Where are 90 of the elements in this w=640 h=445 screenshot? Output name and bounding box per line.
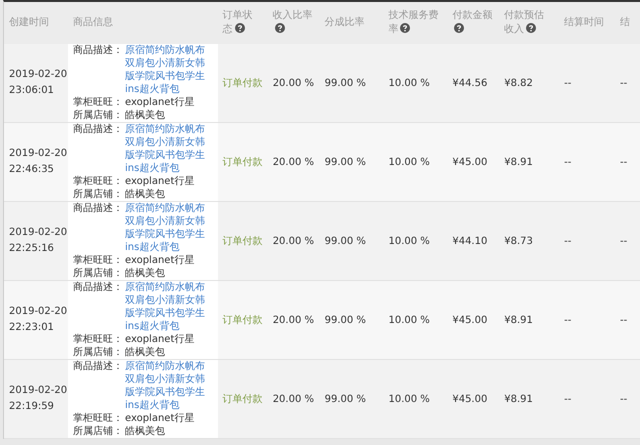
table-cell: ¥44.56 [452, 78, 488, 88]
order-status: 订单付款 [222, 314, 263, 327]
field-label: 商品描述： [73, 360, 123, 373]
table-cell: 10.00 % [388, 314, 430, 326]
shop-name: 皓枫美包 [125, 346, 165, 359]
table-cell: 99.00 % [324, 394, 366, 404]
help-icon[interactable] [526, 23, 536, 33]
table-cell: ¥8.91 [504, 314, 533, 326]
field-label: 掌柜旺旺： [73, 412, 123, 425]
created-time: 2019-02-20 22:23:01 [9, 305, 68, 335]
table-cell: ¥8.82 [504, 78, 533, 88]
table-cell: 99.00 % [324, 314, 366, 326]
table-cell: 10.00 % [388, 78, 430, 88]
seller-name: exoplanet行星 [125, 412, 194, 425]
column-header: 结 [620, 16, 630, 30]
table-cell: -- [620, 236, 628, 246]
shop-name: 皓枫美包 [125, 425, 165, 438]
column-header: 订单状态 [222, 9, 254, 37]
help-icon[interactable] [400, 23, 410, 33]
table-cell: 10.00 % [388, 236, 430, 246]
product-link[interactable]: 原宿简约防水帆布双肩包小清新女韩版学院风书包学生ins超火背包 [125, 123, 213, 175]
table-cell: 10.00 % [388, 156, 430, 168]
created-time: 2019-02-20 22:46:35 [9, 147, 68, 177]
column-header: 商品信息 [72, 16, 113, 30]
table-cell: -- [564, 394, 572, 404]
field-label: 掌柜旺旺： [73, 333, 123, 346]
field-label: 商品描述： [73, 44, 123, 57]
column-header: 收入比率 [272, 9, 314, 37]
field-label: 所属店铺： [73, 267, 123, 280]
table-cell: ¥8.73 [504, 236, 533, 246]
order-status: 订单付款 [222, 76, 263, 90]
order-status: 订单付款 [222, 234, 263, 248]
table-cell: ¥44.10 [452, 236, 488, 246]
field-label: 商品描述： [73, 281, 123, 294]
table-cell: 20.00 % [272, 394, 314, 404]
shop-name: 皓枫美包 [125, 188, 165, 201]
field-label: 掌柜旺旺： [73, 254, 123, 267]
table-cell: -- [564, 78, 572, 88]
table-cell: 20.00 % [272, 156, 314, 168]
created-time: 2019-02-20 22:19:59 [9, 384, 68, 414]
column-header: 技术服务费率 [388, 9, 440, 37]
column-header: 分成比率 [324, 16, 364, 30]
field-label: 商品描述： [73, 202, 123, 215]
table-cell: 99.00 % [324, 156, 366, 168]
table-cell: ¥8.91 [504, 156, 533, 168]
table-cell: -- [620, 394, 628, 404]
table-cell: 99.00 % [324, 236, 366, 246]
column-header: 结算时间 [564, 16, 604, 30]
field-label: 掌柜旺旺： [73, 96, 123, 109]
field-label: 所属店铺： [73, 188, 123, 201]
shop-name: 皓枫美包 [125, 109, 165, 122]
table-cell: 20.00 % [272, 236, 314, 246]
help-icon[interactable] [234, 23, 245, 33]
table-cell: 20.00 % [272, 78, 314, 88]
product-link[interactable]: 原宿简约防水帆布双肩包小清新女韩版学院风书包学生ins超火背包 [125, 44, 213, 96]
table-cell: 10.00 % [388, 394, 430, 404]
product-link[interactable]: 原宿简约防水帆布双肩包小清新女韩版学院风书包学生ins超火背包 [125, 360, 213, 412]
seller-name: exoplanet行星 [125, 254, 194, 267]
field-label: 所属店铺： [73, 109, 123, 122]
order-status: 订单付款 [222, 156, 263, 169]
created-time: 2019-02-20 22:25:16 [9, 226, 68, 256]
table-cell: ¥45.00 [452, 314, 488, 326]
table-cell: -- [620, 78, 628, 88]
order-status: 订单付款 [222, 392, 263, 406]
field-label: 掌柜旺旺： [73, 175, 123, 188]
help-icon[interactable] [454, 23, 464, 33]
seller-name: exoplanet行星 [125, 175, 194, 188]
field-label: 所属店铺： [73, 346, 123, 359]
field-label: 商品描述： [73, 123, 123, 136]
shop-name: 皓枫美包 [125, 267, 165, 280]
table-cell: -- [564, 236, 572, 246]
table-cell: ¥45.00 [452, 394, 488, 404]
table-cell: 99.00 % [324, 78, 366, 88]
field-label: 所属店铺： [73, 425, 123, 438]
created-time: 2019-02-20 23:06:01 [9, 68, 68, 98]
column-header: 创建时间 [9, 16, 49, 30]
table-cell: ¥8.91 [504, 394, 533, 404]
table-cell: -- [620, 314, 628, 326]
seller-name: exoplanet行星 [125, 333, 194, 346]
table-cell: ¥45.00 [452, 156, 488, 168]
seller-name: exoplanet行星 [125, 96, 194, 109]
help-icon[interactable] [274, 23, 285, 33]
column-header: 付款金额 [452, 9, 494, 37]
table-cell: 20.00 % [272, 314, 314, 326]
table-cell: -- [564, 156, 572, 168]
product-link[interactable]: 原宿简约防水帆布双肩包小清新女韩版学院风书包学生ins超火背包 [125, 281, 213, 333]
column-header: 付款预估收入 [504, 9, 546, 37]
product-link[interactable]: 原宿简约防水帆布双肩包小清新女韩版学院风书包学生ins超火背包 [125, 202, 213, 254]
table-cell: -- [620, 156, 628, 168]
table-cell: -- [564, 314, 572, 326]
